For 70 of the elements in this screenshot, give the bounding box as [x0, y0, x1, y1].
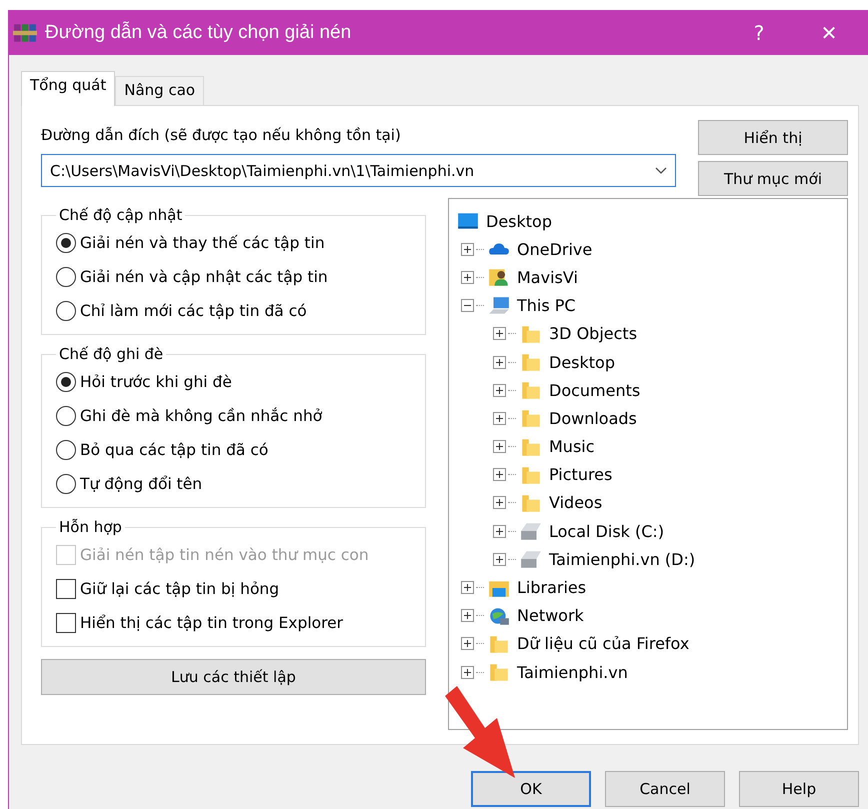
expand-toggle[interactable] — [493, 468, 506, 482]
save-settings-button[interactable]: Lưu các thiết lập — [41, 659, 426, 695]
option-label: Tự động đổi tên — [80, 475, 202, 493]
expand-toggle[interactable] — [461, 242, 474, 256]
expand-toggle[interactable] — [461, 581, 474, 594]
tree-item[interactable]: Taimienphi.vn (D:) — [546, 550, 698, 569]
dialog-button[interactable]: Thư mục mới — [698, 161, 848, 196]
expand-toggle[interactable] — [493, 384, 506, 397]
expand-toggle[interactable] — [493, 552, 506, 566]
expand-toggle[interactable] — [461, 609, 474, 622]
tree-item[interactable]: 3D Objects — [546, 324, 640, 344]
radio-button[interactable] — [56, 233, 76, 253]
window-title: Đường dẫn và các tùy chọn giải nén — [45, 22, 352, 44]
tree-item[interactable]: This PC — [514, 296, 579, 316]
tab[interactable]: Nâng cao — [115, 76, 204, 105]
option-label: Bỏ qua các tập tin đã có — [80, 441, 268, 459]
expand-toggle[interactable] — [493, 327, 506, 340]
dialog-button[interactable]: Cancel — [605, 771, 725, 807]
option-label: Giải nén và thay thế các tập tin — [80, 234, 325, 252]
tree-item[interactable]: Music — [546, 437, 598, 456]
tree-item[interactable]: Libraries — [514, 578, 590, 598]
checkbox[interactable] — [56, 613, 76, 633]
expand-toggle[interactable] — [493, 524, 506, 538]
option-label: Hỏi trước khi ghi đè — [80, 373, 232, 391]
radio-button[interactable] — [56, 301, 76, 321]
tree-item[interactable]: OneDrive — [514, 240, 596, 259]
group-title: Chế độ ghi đè — [58, 345, 164, 363]
dialog-button[interactable]: OK — [471, 771, 591, 807]
radio-button[interactable] — [56, 474, 76, 494]
expand-toggle[interactable] — [493, 496, 506, 510]
radio-button[interactable] — [56, 406, 76, 426]
option-label: Ghi đè mà không cần nhắc nhở — [80, 407, 322, 425]
collapse-toggle[interactable] — [461, 299, 474, 312]
group-title: Hỗn hợp — [58, 518, 123, 536]
tab[interactable]: Tổng quát — [21, 71, 116, 106]
tree-item[interactable]: Pictures — [546, 465, 616, 484]
tree-item[interactable]: Videos — [546, 493, 606, 512]
tree-item[interactable]: Network — [514, 606, 587, 626]
path-combo-box[interactable]: C:\Users\MavisVi\Desktop\Taimienphi.vn\1\Taimienphi.vn — [41, 154, 676, 187]
dialog-button[interactable]: Help — [739, 771, 859, 807]
tree-item[interactable]: MavisVi — [514, 268, 581, 287]
field-label: Đường dẫn đích (sẽ được tạo nếu không tồn tại) — [41, 126, 402, 144]
chevron-down-icon — [655, 166, 667, 174]
tree-item[interactable]: Taimienphi.vn — [514, 662, 631, 682]
option-label: Giữ lại các tập tin bị hỏng — [80, 580, 280, 598]
radio-button[interactable] — [56, 372, 76, 392]
help-button[interactable]: ? — [729, 20, 789, 44]
option-label: Giải nén và cập nhật các tập tin — [80, 268, 328, 286]
option-label: Hiển thị các tập tin trong Explorer — [80, 614, 344, 632]
expand-toggle[interactable] — [493, 440, 506, 454]
tree-item[interactable]: Documents — [546, 380, 644, 400]
tree-item[interactable]: Dữ liệu cũ của Firefox — [514, 634, 692, 654]
expand-toggle[interactable] — [493, 356, 506, 369]
tree-item[interactable]: Desktop — [483, 212, 555, 231]
tree-item[interactable]: Desktop — [546, 352, 618, 372]
option-label: Chỉ làm mới các tập tin đã có — [80, 302, 307, 320]
checkbox[interactable] — [56, 579, 76, 599]
expand-toggle[interactable] — [493, 412, 506, 425]
close-button[interactable]: ✕ — [789, 20, 868, 44]
tree-item[interactable]: Local Disk (C:) — [546, 522, 668, 541]
radio-button[interactable] — [56, 440, 76, 460]
expand-toggle[interactable] — [461, 666, 474, 679]
dialog-button[interactable]: Hiển thị — [698, 120, 848, 155]
archive-books-icon — [13, 22, 37, 44]
option-label: Giải nén tập tin nén vào thư mục con — [80, 546, 369, 564]
tree-item[interactable]: Downloads — [546, 408, 640, 428]
expand-toggle[interactable] — [461, 637, 474, 650]
expand-toggle[interactable] — [461, 270, 474, 284]
radio-button[interactable] — [56, 267, 76, 287]
group-title: Chế độ cập nhật — [58, 206, 184, 224]
